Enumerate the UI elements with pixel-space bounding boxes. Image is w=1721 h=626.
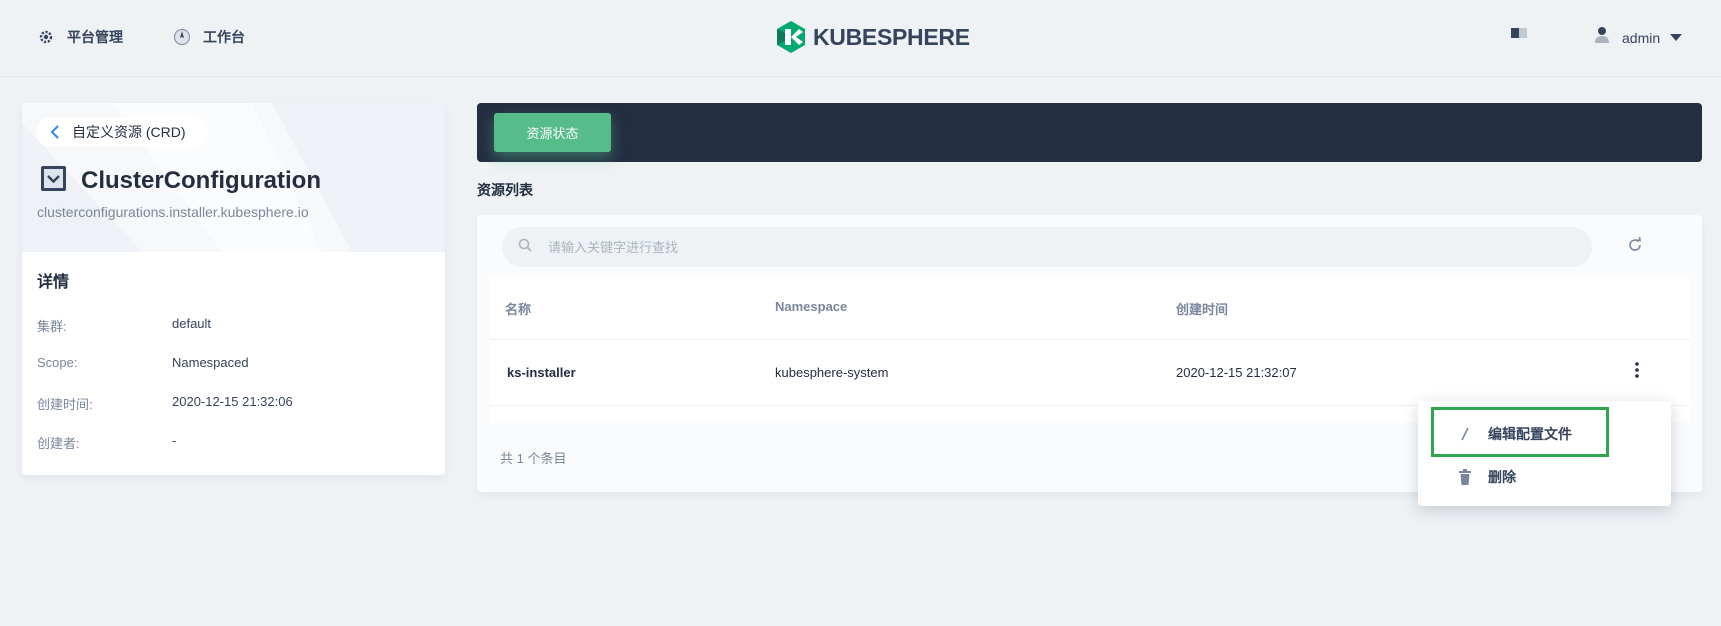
row-name[interactable]: ks-installer [507, 365, 576, 380]
nav-workbench-label: 工作台 [203, 29, 245, 45]
detail-key: 创建者: [37, 436, 80, 451]
detail-row-cluster: 集群: default [37, 316, 417, 335]
compass-icon [171, 26, 193, 48]
kubesphere-logo[interactable]: KUBESPHERE [775, 20, 970, 54]
book-icon [1510, 26, 1528, 45]
total-count: 共 1 个条目 [500, 451, 567, 466]
resource-tab-banner: 资源状态 [477, 103, 1702, 162]
detail-value: default [172, 316, 212, 331]
column-header-namespace: Namespace [775, 299, 848, 314]
gear-icon [35, 26, 57, 48]
detail-row-creator: 创建者: - [37, 433, 417, 452]
logo-text: KUBESPHERE [813, 23, 970, 50]
resource-list-label: 资源列表 [477, 182, 533, 198]
crd-detail-panel: 自定义资源 (CRD) ClusterConfiguration cluster… [22, 103, 445, 475]
row-namespace: kubesphere-system [775, 365, 889, 380]
top-navbar: 平台管理 工作台 KUBESPHERE admin [0, 0, 1721, 77]
column-header-name: 名称 [505, 302, 532, 317]
caret-down-icon [1670, 29, 1683, 47]
details-heading: 详情 [37, 274, 70, 291]
row-created: 2020-12-15 21:32:07 [1176, 365, 1297, 380]
detail-value: - [172, 433, 177, 448]
crd-title: ClusterConfiguration [81, 167, 321, 194]
kubesphere-logo-icon [777, 21, 805, 53]
column-header-created: 创建时间 [1176, 302, 1229, 317]
user-name: admin [1622, 29, 1661, 46]
detail-row-created: 创建时间: 2020-12-15 21:32:06 [37, 394, 417, 413]
nav-platform-label: 平台管理 [67, 29, 123, 45]
search-bar[interactable] [502, 227, 1592, 267]
search-icon [518, 238, 532, 257]
menu-delete-label: 删除 [1488, 469, 1516, 485]
user-icon [1594, 26, 1610, 49]
crd-title-row: ClusterConfiguration [40, 165, 321, 197]
refresh-icon[interactable] [1627, 236, 1643, 258]
detail-row-scope: Scope: Namespaced [37, 355, 417, 370]
user-menu[interactable]: admin [1594, 26, 1683, 49]
chevron-left-icon [50, 125, 60, 139]
header-divider [490, 339, 1690, 340]
highlight-box [1431, 407, 1609, 457]
crd-header: 自定义资源 (CRD) ClusterConfiguration cluster… [22, 103, 445, 252]
trash-icon [1456, 469, 1474, 485]
tab-resource-status[interactable]: 资源状态 [494, 113, 611, 152]
detail-key: 创建时间: [37, 397, 93, 412]
detail-key: 集群: [37, 319, 67, 334]
detail-value: 2020-12-15 21:32:06 [172, 394, 293, 409]
crd-icon [40, 165, 67, 197]
more-options-icon[interactable] [1635, 361, 1639, 384]
back-label: 自定义资源 (CRD) [72, 124, 186, 140]
search-input[interactable] [548, 239, 1448, 255]
docs-toggle[interactable] [1510, 26, 1528, 45]
details-section: 详情 集群: default Scope: Namespaced 创建时间: 2… [37, 268, 293, 451]
crd-subtitle: clusterconfigurations.installer.kubesphe… [37, 204, 309, 220]
back-to-crd-button[interactable]: 自定义资源 (CRD) [36, 117, 208, 147]
nav-platform-management[interactable]: 平台管理 [35, 26, 123, 48]
menu-delete[interactable]: 删除 [1418, 459, 1671, 495]
nav-workbench[interactable]: 工作台 [171, 26, 245, 48]
detail-key: Scope: [37, 355, 78, 370]
detail-value: Namespaced [172, 355, 249, 370]
